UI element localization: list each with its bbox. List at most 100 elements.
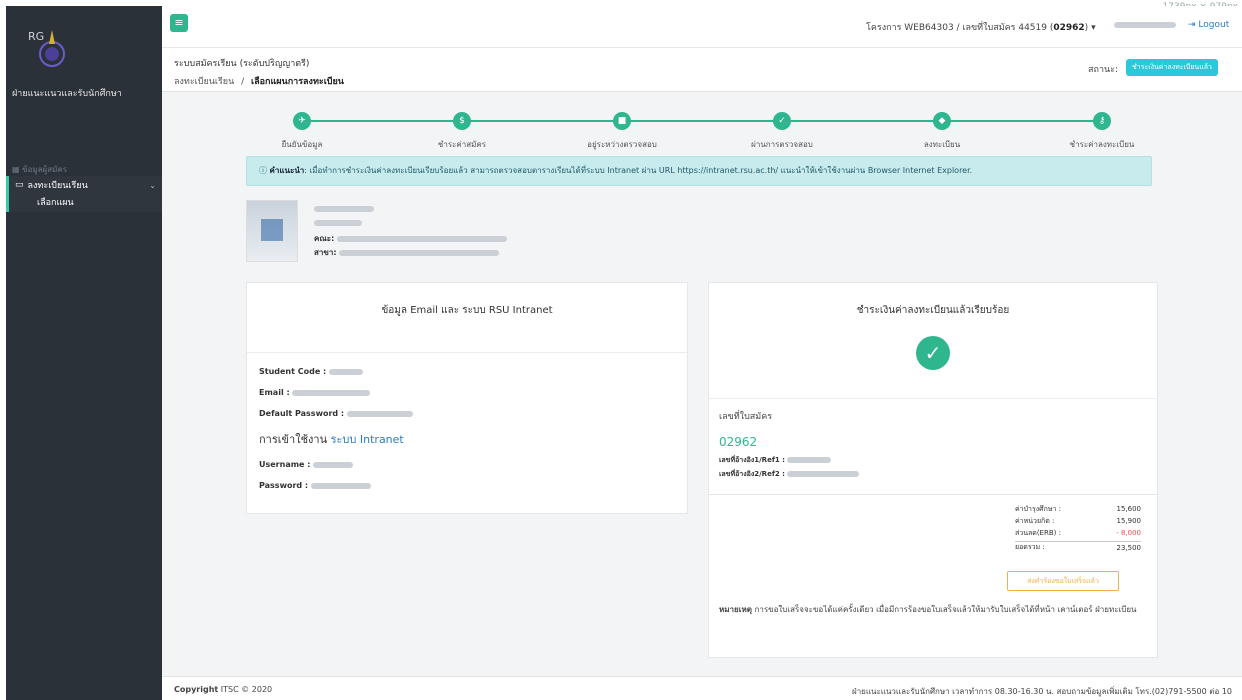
email-intranet-card: ข้อมูล Email และ ระบบ RSU Intranet Stude… <box>246 282 688 514</box>
application-number: 02962 <box>719 435 758 449</box>
step-register: ◆ ลงทะเบียน <box>867 112 1017 151</box>
application-number-label: เลขที่ใบสมัคร <box>719 412 773 422</box>
ref1-label: เลขที่อ้างอิง1/Ref1 : <box>719 456 785 464</box>
step-label: อยู่ระหว่างตรวจสอบ <box>587 140 657 149</box>
email-card-title: ข้อมูล Email และ ระบบ RSU Intranet <box>247 283 687 353</box>
chevron-down-icon: ⌄ <box>149 180 156 190</box>
alert-text: : เมื่อทำการชำระเงินค่าลงทะเบียนเรียบร้อ… <box>304 166 973 175</box>
default-password-row: Default Password : <box>259 409 675 418</box>
tag-icon: ◆ <box>933 112 951 130</box>
copyright-text: ITSC © 2020 <box>218 685 273 694</box>
step-label: ลงทะเบียน <box>923 140 961 149</box>
student-code-row: Student Code : <box>259 367 675 376</box>
alert-prefix: คำแนะนำ <box>269 166 305 175</box>
password-row: Password : <box>259 481 675 490</box>
university-logo-icon: RG <box>28 30 65 67</box>
step-pay-registration: ⚷ ชำระค่าลงทะเบียน <box>1027 112 1177 151</box>
copyright: Copyright ITSC © 2020 <box>174 685 272 694</box>
step-approved: ✓ ผ่านการตรวจสอบ <box>707 112 857 151</box>
page-title: ระบบสมัครเรียน (ระดับปริญญาตรี) <box>174 59 310 69</box>
breadcrumb-separator: / <box>241 77 245 87</box>
ref2-row: เลขที่อ้างอิง2/Ref2 : <box>719 469 1147 480</box>
fee-row-discount: ส่วนลด(ERB) : - 8,000 <box>1015 527 1141 539</box>
project-code: 02962 <box>1053 23 1085 33</box>
sidebar-subitem-select-plan[interactable]: เลือกแผน <box>9 194 162 212</box>
info-alert: ⓘ คำแนะนำ: เมื่อทำการชำระเงินค่าลงทะเบีย… <box>246 156 1152 186</box>
topbar: ≡ โครงการ WEB64303 / เลขที่ใบสมัคร 44519… <box>162 6 1242 48</box>
menu-toggle-button[interactable]: ≡ <box>170 14 188 32</box>
logout-link[interactable]: ⇥ Logout <box>1188 20 1229 30</box>
fee-value: 23,500 <box>1116 543 1142 552</box>
sidebar: RG ฝ่ายแนะแนวและรับนักศึกษา ▦ ข้อมูลผู้ส… <box>6 6 162 700</box>
sidebar-section-applicant[interactable]: ▦ ข้อมูลผู้สมัคร <box>12 163 67 176</box>
status-badge: ชำระเงินค่าลงทะเบียนแล้ว <box>1126 59 1218 76</box>
fee-row-tuition: ค่าบำรุงศึกษา : 15,600 <box>1015 503 1141 515</box>
breadcrumb-item-registration[interactable]: ลงทะเบียนเรียน <box>174 77 234 87</box>
username-label: Username : <box>259 460 311 469</box>
briefcase-icon: ■ <box>613 112 631 130</box>
note-text: การขอใบเสร็จจะขอได้แค่ครั้งเดียว เมื่อมี… <box>751 605 1137 614</box>
payment-note: หมายเหตุ การขอใบเสร็จจะขอได้แค่ครั้งเดีย… <box>719 603 1147 617</box>
major-label: สาขา <box>314 248 334 257</box>
brand[interactable]: RG ฝ่ายแนะแนวและรับนักศึกษา <box>6 6 162 102</box>
student-name <box>314 204 374 213</box>
monitor-icon: ▭ <box>15 180 24 190</box>
paper-plane-icon: ✈ <box>293 112 311 130</box>
username-row: Username : <box>259 460 675 469</box>
fee-value: 15,600 <box>1116 505 1142 513</box>
progress-steps: ✈ ยืนยันข้อมูล $ ชำระค่าสมัคร ■ อยู่ระหว… <box>242 102 1162 152</box>
receipt-request-button[interactable]: ส่งคำร้องขอใบเสร็จแล้ว <box>1007 571 1119 591</box>
student-code-label: Student Code : <box>259 367 327 376</box>
step-label: ชำระค่าลงทะเบียน <box>1069 140 1135 149</box>
email-label: Email : <box>259 388 290 397</box>
note-label: หมายเหตุ <box>719 605 752 614</box>
breadcrumb: ลงทะเบียนเรียน / เลือกแผนการลงทะเบียน <box>174 74 344 88</box>
payment-card: ชำระเงินค่าลงทะเบียนแล้วเรียบร้อย ✓ เลขท… <box>708 282 1158 658</box>
step-label: ชำระค่าสมัคร <box>437 140 487 149</box>
fee-summary: ค่าบำรุงศึกษา : 15,600 ค่าหน่วยกิต : 15,90… <box>1015 503 1141 553</box>
footer-contact: ฝ่ายแนะแนวและรับนักศึกษา เวลาทำการ 08.30… <box>852 687 1232 696</box>
fee-value: - 8,000 <box>1116 529 1141 537</box>
fee-label: ค่าหน่วยกิต : <box>1015 516 1055 525</box>
footer: Copyright ITSC © 2020 ฝ่ายแนะแนวและรับนั… <box>162 676 1242 700</box>
sidebar-item-registration[interactable]: ▭ ลงทะเบียนเรียน ⌄ <box>9 176 162 194</box>
project-text-end: ) <box>1084 23 1089 33</box>
faculty-label: คณะ <box>314 234 332 243</box>
main-content: ✈ ยืนยันข้อมูล $ ชำระค่าสมัคร ■ อยู่ระหว… <box>162 92 1242 676</box>
intranet-link[interactable]: ระบบ Intranet <box>331 433 404 446</box>
brand-mark: RG <box>28 30 44 43</box>
fee-label: ค่าบำรุงศึกษา : <box>1015 504 1061 513</box>
sidebar-item-label: ลงทะเบียนเรียน <box>27 181 88 191</box>
sidebar-menu-registration: ▭ ลงทะเบียนเรียน ⌄ เลือกแผน <box>6 176 162 212</box>
student-name-en <box>314 218 362 227</box>
info-circle-icon: ⓘ <box>259 166 270 175</box>
username <box>1114 20 1176 30</box>
check-icon: ✓ <box>773 112 791 130</box>
email-row: Email : <box>259 388 675 397</box>
step-label: ยืนยันข้อมูล <box>281 140 323 149</box>
breadcrumb-item-current: เลือกแผนการลงทะเบียน <box>251 77 344 87</box>
copyright-label: Copyright <box>174 685 219 694</box>
money-icon: $ <box>453 112 471 130</box>
step-label: ผ่านการตรวจสอบ <box>751 140 813 149</box>
intranet-heading: การเข้าใช้งาน ระบบ Intranet <box>259 430 675 448</box>
key-icon: ⚷ <box>1093 112 1111 130</box>
student-profile: คณะ: สาขา: <box>246 196 646 266</box>
sign-out-icon: ⇥ <box>1188 20 1199 30</box>
step-pay-application: $ ชำระค่าสมัคร <box>387 112 537 151</box>
ref1-row: เลขที่อ้างอิง1/Ref1 : <box>719 455 1147 466</box>
payment-card-title: ชำระเงินค่าลงทะเบียนแล้วเรียบร้อย <box>856 305 1010 316</box>
fee-label: ยอดรวม : <box>1015 543 1045 551</box>
step-reviewing: ■ อยู่ระหว่างตรวจสอบ <box>547 112 697 151</box>
fee-row-credits: ค่าหน่วยกิต : 15,900 <box>1015 515 1141 527</box>
ref2-label: เลขที่อ้างอิง2/Ref2 : <box>719 470 785 478</box>
avatar <box>246 200 298 262</box>
project-dropdown[interactable]: โครงการ WEB64303 / เลขที่ใบสมัคร 44519 (… <box>866 20 1096 34</box>
check-circle-icon: ✓ <box>916 336 950 370</box>
student-faculty: คณะ: <box>314 232 508 245</box>
hamburger-icon: ≡ <box>174 16 184 29</box>
logout-label: Logout <box>1198 20 1230 30</box>
step-confirm: ✈ ยืนยันข้อมูล <box>227 112 377 151</box>
student-major: สาขา: <box>314 246 500 259</box>
fee-value: 15,900 <box>1116 517 1142 525</box>
